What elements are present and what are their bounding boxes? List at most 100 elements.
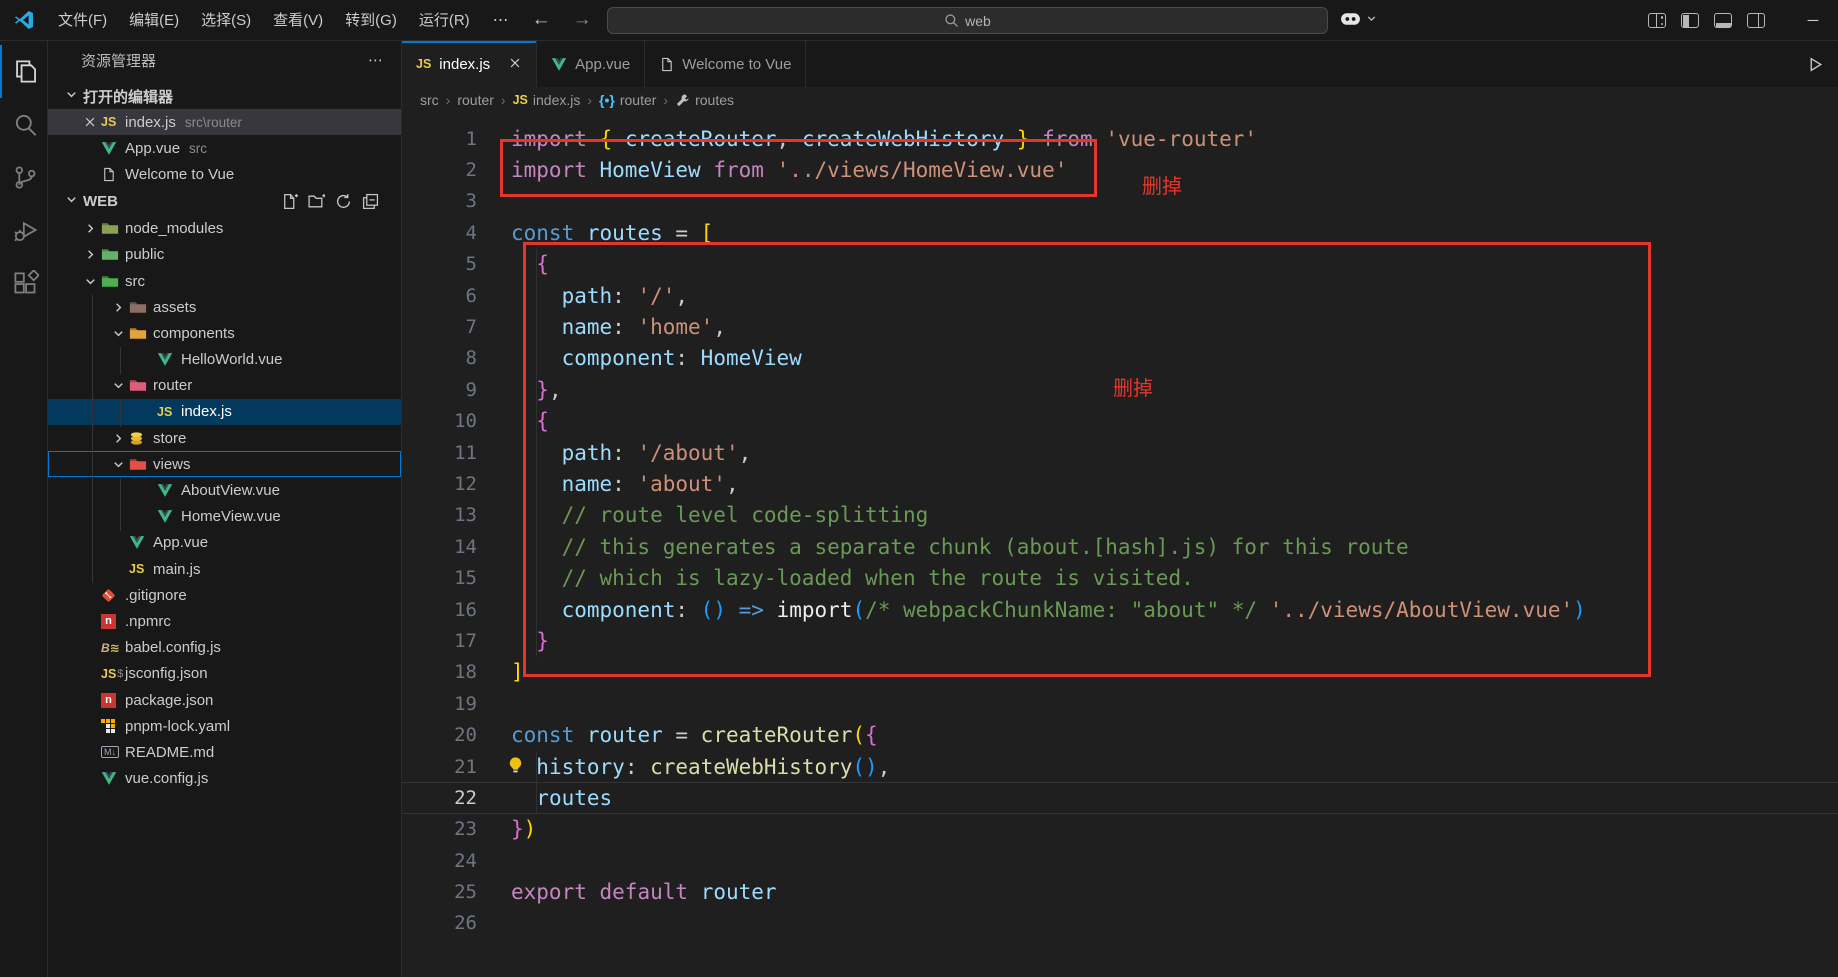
- js-icon: JS: [129, 562, 153, 576]
- menu-edit[interactable]: 编辑(E): [118, 0, 190, 41]
- tree-item-aboutview-vue[interactable]: AboutView.vue: [48, 477, 401, 503]
- breadcrumb-item-routes[interactable]: routes: [675, 92, 734, 108]
- activity-explorer[interactable]: [0, 45, 48, 98]
- menu-selection[interactable]: 选择(S): [190, 0, 262, 41]
- code-line-26[interactable]: 26: [402, 908, 1838, 939]
- activity-source-control[interactable]: [0, 151, 48, 204]
- tree-item-store[interactable]: store: [48, 425, 401, 451]
- activity-run-debug[interactable]: [0, 204, 48, 257]
- js-icon: JS: [416, 57, 431, 71]
- workspace-actions: [281, 193, 401, 210]
- run-file-button[interactable]: [1807, 41, 1824, 87]
- vscode-logo-icon: [13, 8, 37, 32]
- annotation-box-2: [523, 242, 1651, 677]
- tree-item-gitignore[interactable]: .gitignore: [48, 582, 401, 608]
- vscode-window: 文件(F)编辑(E)选择(S)查看(V)转到(G)运行(R) ⋯ ← → web: [0, 0, 1838, 977]
- tree-item-package-json[interactable]: npackage.json: [48, 687, 401, 713]
- vue-icon: [157, 483, 181, 498]
- tree-item-readme-md[interactable]: M↓README.md: [48, 739, 401, 765]
- tree-item-pnpm-lock-yaml[interactable]: pnpm-lock.yaml: [48, 713, 401, 739]
- breadcrumb: src›router›JSindex.js›{•}router›routes: [402, 87, 1838, 113]
- line-number: 12: [402, 473, 477, 495]
- refresh-button[interactable]: [335, 193, 352, 210]
- tree-indent-guide: [120, 347, 121, 374]
- line-number: 24: [402, 850, 477, 872]
- js-icon: JS: [101, 115, 125, 129]
- collapse-all-button[interactable]: [362, 193, 379, 210]
- activity-search[interactable]: [0, 98, 48, 151]
- nav-back-button[interactable]: ←: [521, 9, 562, 31]
- sidebar-title: 资源管理器: [81, 50, 156, 71]
- tree-indent-guide: [92, 295, 93, 583]
- copilot-button[interactable]: [1340, 10, 1378, 27]
- customize-layout-icon[interactable]: [1648, 13, 1666, 28]
- close-icon[interactable]: [508, 56, 522, 73]
- tree-item-index-js[interactable]: JSindex.js: [48, 399, 401, 425]
- tree-item-main-js[interactable]: JSmain.js: [48, 556, 401, 582]
- toggle-panel-icon[interactable]: [1714, 13, 1732, 28]
- tree-item-components[interactable]: components: [48, 320, 401, 346]
- breadcrumb-item-src[interactable]: src: [420, 92, 439, 108]
- menu-more-button[interactable]: ⋯: [481, 10, 521, 30]
- minimize-button[interactable]: ─: [1790, 0, 1836, 41]
- code-line-19[interactable]: 19: [402, 688, 1838, 719]
- open-editor-index-js[interactable]: JSindex.jssrc\router: [48, 109, 401, 135]
- toggle-secondary-sidebar-icon[interactable]: [1747, 13, 1765, 28]
- breadcrumb-separator: ›: [499, 92, 508, 108]
- chevron-down-icon: [64, 87, 83, 106]
- code-line-25[interactable]: 25export default router: [402, 876, 1838, 907]
- open-editor-app-vue[interactable]: App.vuesrc: [48, 135, 401, 161]
- open-editor-welcome-to-vue[interactable]: Welcome to Vue: [48, 161, 401, 187]
- tree-item-node-modules[interactable]: node_modules: [48, 216, 401, 242]
- activity-extensions[interactable]: [0, 257, 48, 310]
- line-number: 1: [402, 128, 477, 150]
- line-number: 6: [402, 285, 477, 307]
- breadcrumb-item-index-js[interactable]: JSindex.js: [513, 92, 581, 108]
- new-folder-button[interactable]: [308, 193, 325, 210]
- tree-item-app-vue[interactable]: App.vue: [48, 530, 401, 556]
- tree-item-public[interactable]: public: [48, 242, 401, 268]
- tree-item-helloworld-vue[interactable]: HelloWorld.vue: [48, 347, 401, 373]
- code-text: ]: [511, 660, 524, 684]
- tree-item-src[interactable]: src: [48, 268, 401, 294]
- menu-view[interactable]: 查看(V): [262, 0, 334, 41]
- open-editors-header[interactable]: 打开的编辑器: [48, 79, 401, 109]
- sidebar-more-button[interactable]: ⋯: [368, 51, 383, 69]
- toggle-primary-sidebar-icon[interactable]: [1681, 13, 1699, 28]
- line-number: 22: [402, 787, 477, 809]
- close-icon[interactable]: [83, 115, 101, 129]
- code-line-22[interactable]: 22 routes: [402, 782, 1838, 813]
- menu-run[interactable]: 运行(R): [408, 0, 481, 41]
- menu-file[interactable]: 文件(F): [47, 0, 118, 41]
- tab-app-vue[interactable]: App.vue: [537, 41, 645, 87]
- code-line-20[interactable]: 20const router = createRouter({: [402, 719, 1838, 750]
- tree-item-jsconfig-json[interactable]: JS$jsconfig.json: [48, 661, 401, 687]
- run-debug-icon: [12, 217, 39, 244]
- new-file-button[interactable]: [281, 193, 298, 210]
- menu-goto[interactable]: 转到(G): [334, 0, 408, 41]
- code-text: const router = createRouter({: [511, 723, 878, 747]
- command-search-box[interactable]: web: [607, 7, 1328, 34]
- code-line-24[interactable]: 24: [402, 845, 1838, 876]
- layout-controls: [1648, 0, 1765, 41]
- code-line-21[interactable]: 21 history: createWebHistory(),: [402, 751, 1838, 782]
- breadcrumb-item-router[interactable]: router: [457, 92, 494, 108]
- lightbulb-icon[interactable]: [506, 756, 525, 780]
- workspace-header[interactable]: WEB: [48, 188, 401, 216]
- tree-item-assets[interactable]: assets: [48, 294, 401, 320]
- code-line-23[interactable]: 23}): [402, 814, 1838, 845]
- tree-item-npmrc[interactable]: n.npmrc: [48, 608, 401, 634]
- tree-item-homeview-vue[interactable]: HomeView.vue: [48, 504, 401, 530]
- pnpm-icon: [101, 719, 125, 733]
- tree-item-babel-config-js[interactable]: B≋babel.config.js: [48, 635, 401, 661]
- nav-forward-button[interactable]: →: [562, 9, 603, 31]
- tab-welcome-to-vue[interactable]: Welcome to Vue: [645, 41, 806, 87]
- file-tree: node_modulespublicsrcassetscomponentsHel…: [48, 216, 401, 792]
- tab-index-js[interactable]: JSindex.js: [402, 41, 537, 87]
- tree-item-router[interactable]: router: [48, 373, 401, 399]
- line-number: 17: [402, 630, 477, 652]
- tree-item-views[interactable]: views: [48, 451, 401, 477]
- tree-item-vue-config-js[interactable]: vue.config.js: [48, 766, 401, 792]
- breadcrumb-item-router[interactable]: {•}router: [599, 92, 656, 108]
- activity-bar: [0, 41, 48, 977]
